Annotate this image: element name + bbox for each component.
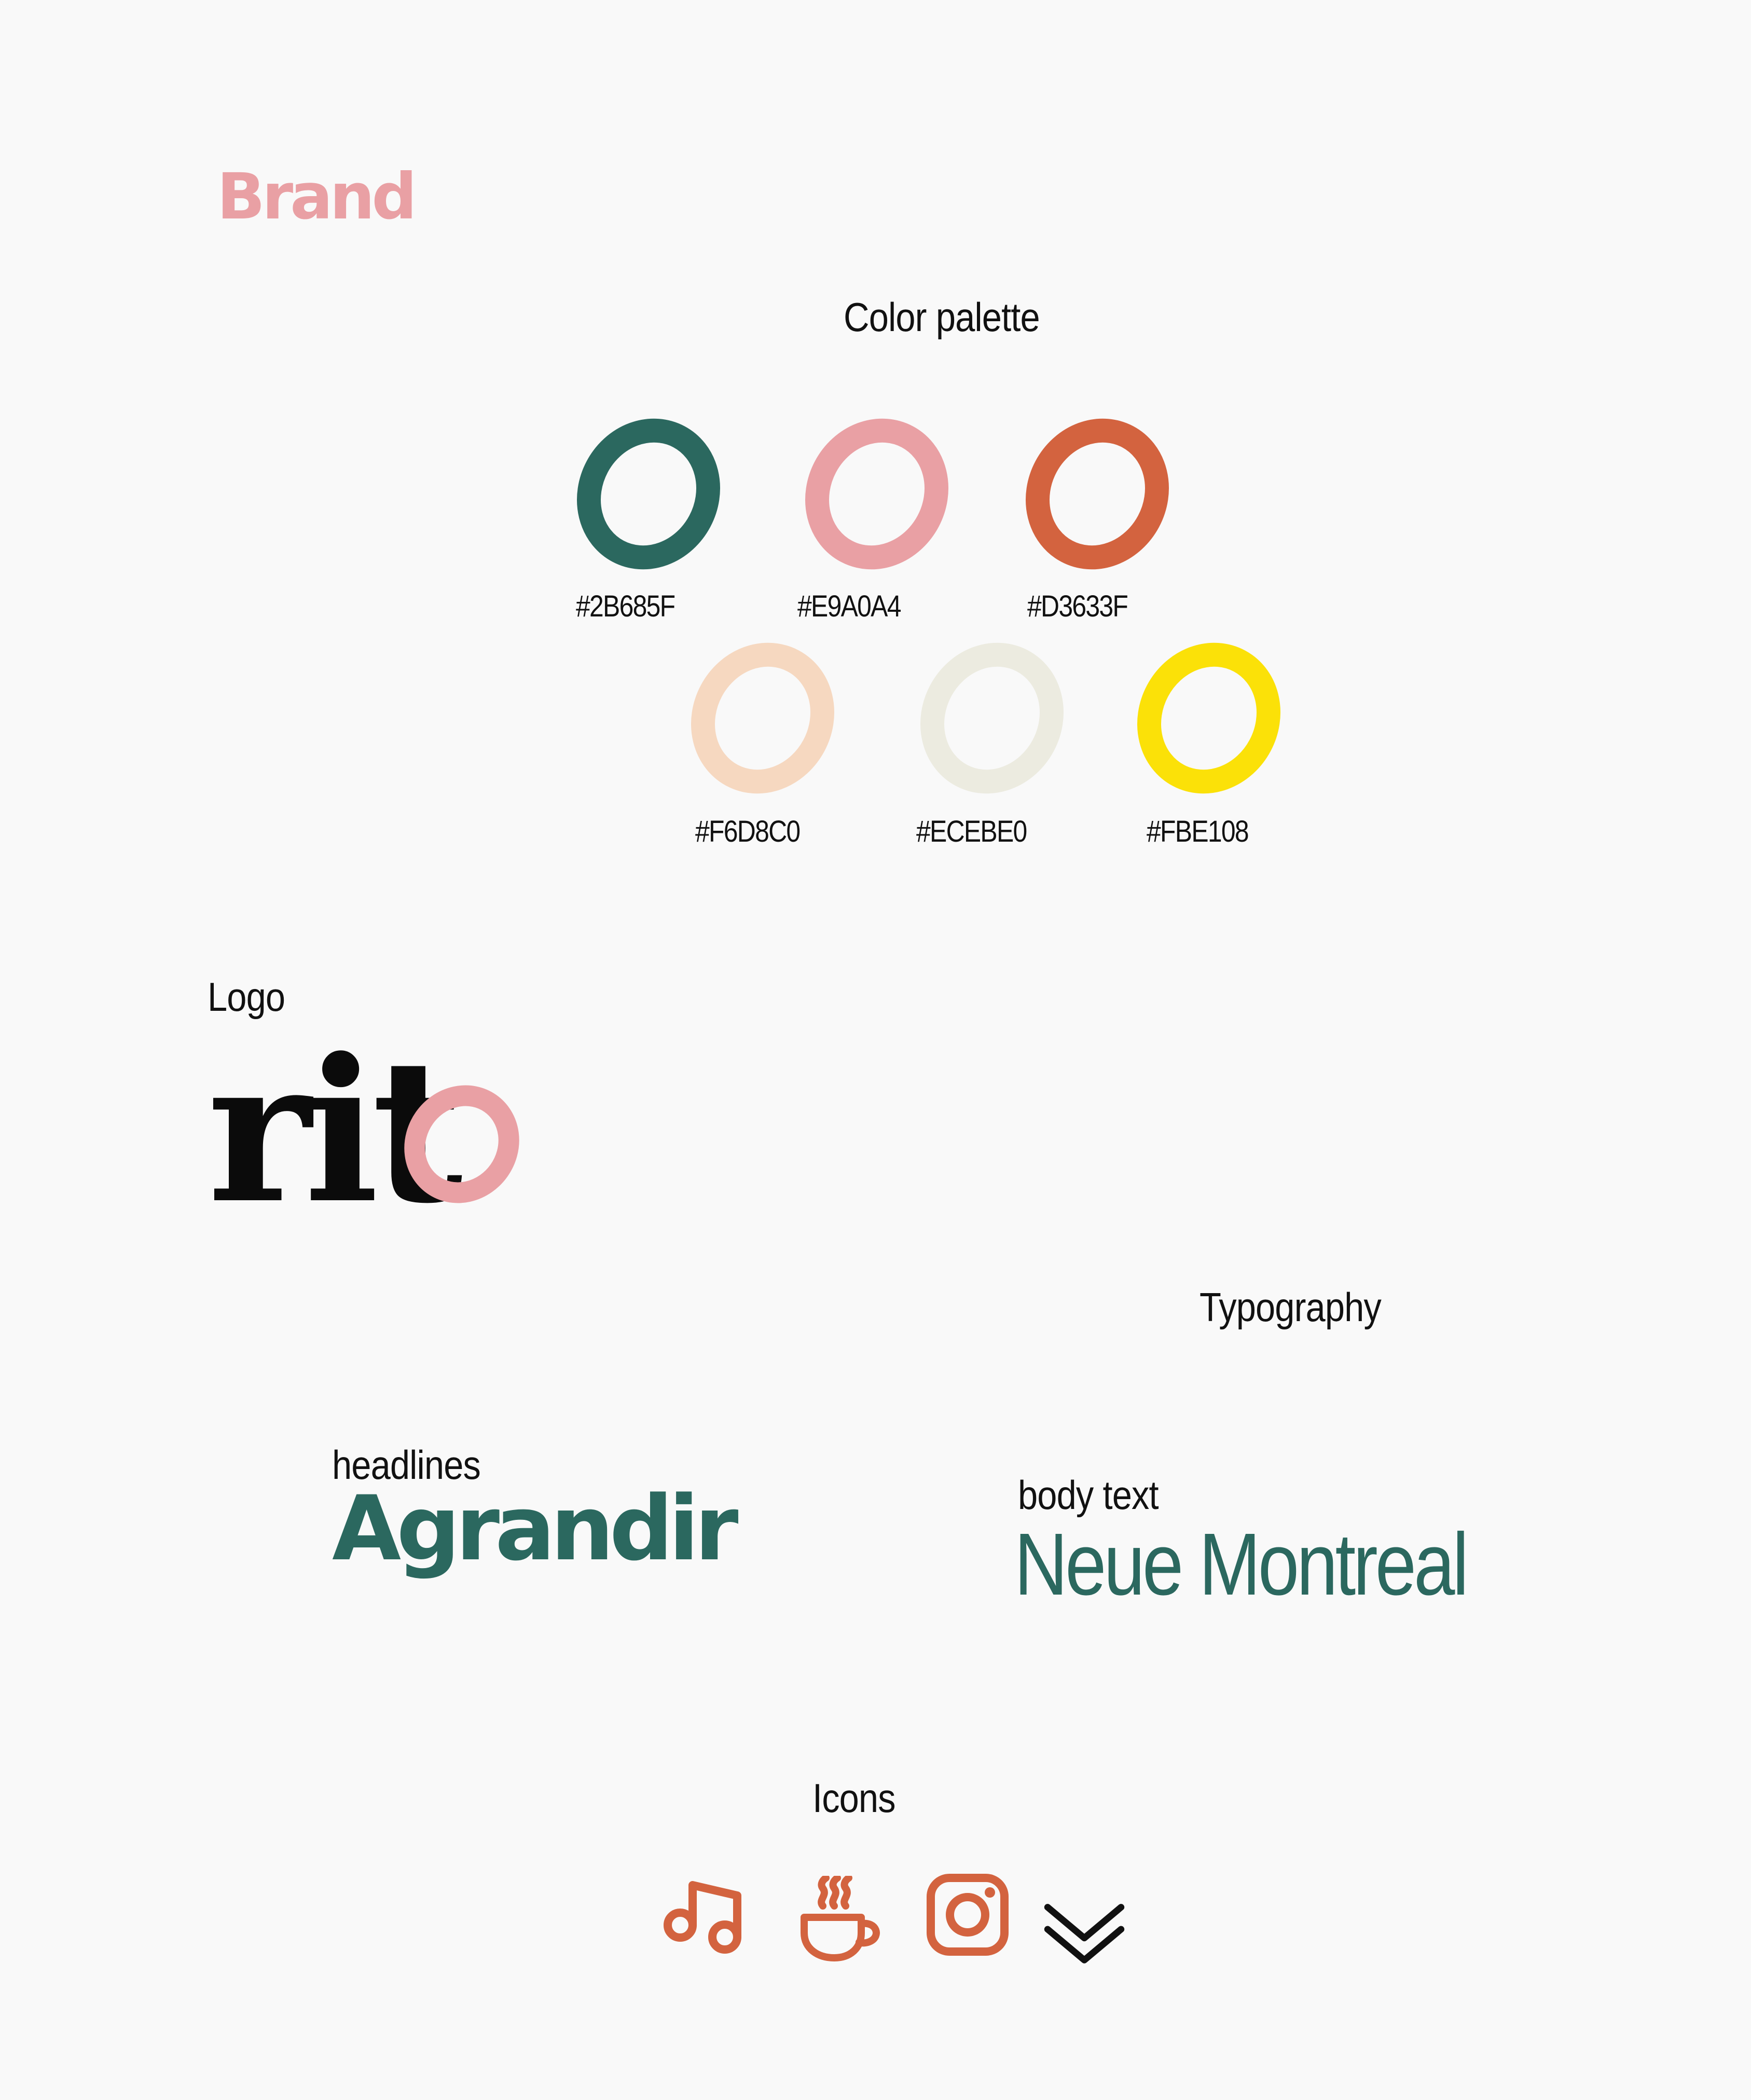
swatch-ring-3 — [1026, 418, 1169, 570]
color-label-1: #2B685F — [576, 589, 675, 623]
icons-heading: Icons — [812, 1775, 896, 1821]
color-swatch-6 — [1137, 642, 1280, 794]
body-text-label: body text — [1018, 1472, 1159, 1518]
swatch-ring-6 — [1137, 642, 1280, 794]
swatch-ring-1 — [577, 418, 720, 570]
logo-o-ring — [404, 1085, 519, 1203]
color-swatch-3 — [1026, 418, 1169, 570]
swatch-ring-5 — [920, 642, 1064, 794]
swatch-ring-4 — [691, 642, 834, 794]
color-swatch-5 — [920, 642, 1064, 794]
color-swatch-2 — [805, 418, 948, 570]
color-palette-heading: Color palette — [844, 294, 1040, 340]
coffee-cup-icon — [801, 1876, 880, 1961]
headline-font-sample: Agrandir — [332, 1476, 738, 1581]
color-label-4: #F6D8C0 — [695, 815, 801, 848]
logo-heading: Logo — [208, 974, 285, 1020]
color-label-2: #E9A0A4 — [797, 589, 901, 623]
instagram-icon — [927, 1874, 1009, 1956]
color-swatch-4 — [691, 642, 834, 794]
body-font-sample: Neue Montreal — [1014, 1515, 1469, 1614]
color-label-6: #FBE108 — [1147, 815, 1249, 848]
double-chevron-down-icon — [1044, 1904, 1125, 1964]
color-swatch-1 — [577, 418, 720, 570]
brand-title: Brand — [217, 160, 417, 234]
swatch-ring-2 — [805, 418, 948, 570]
color-label-5: #ECEBE0 — [916, 815, 1027, 848]
music-note-icon — [664, 1881, 741, 1954]
color-label-3: #D3633F — [1027, 589, 1128, 623]
typography-heading: Typography — [1199, 1284, 1382, 1330]
